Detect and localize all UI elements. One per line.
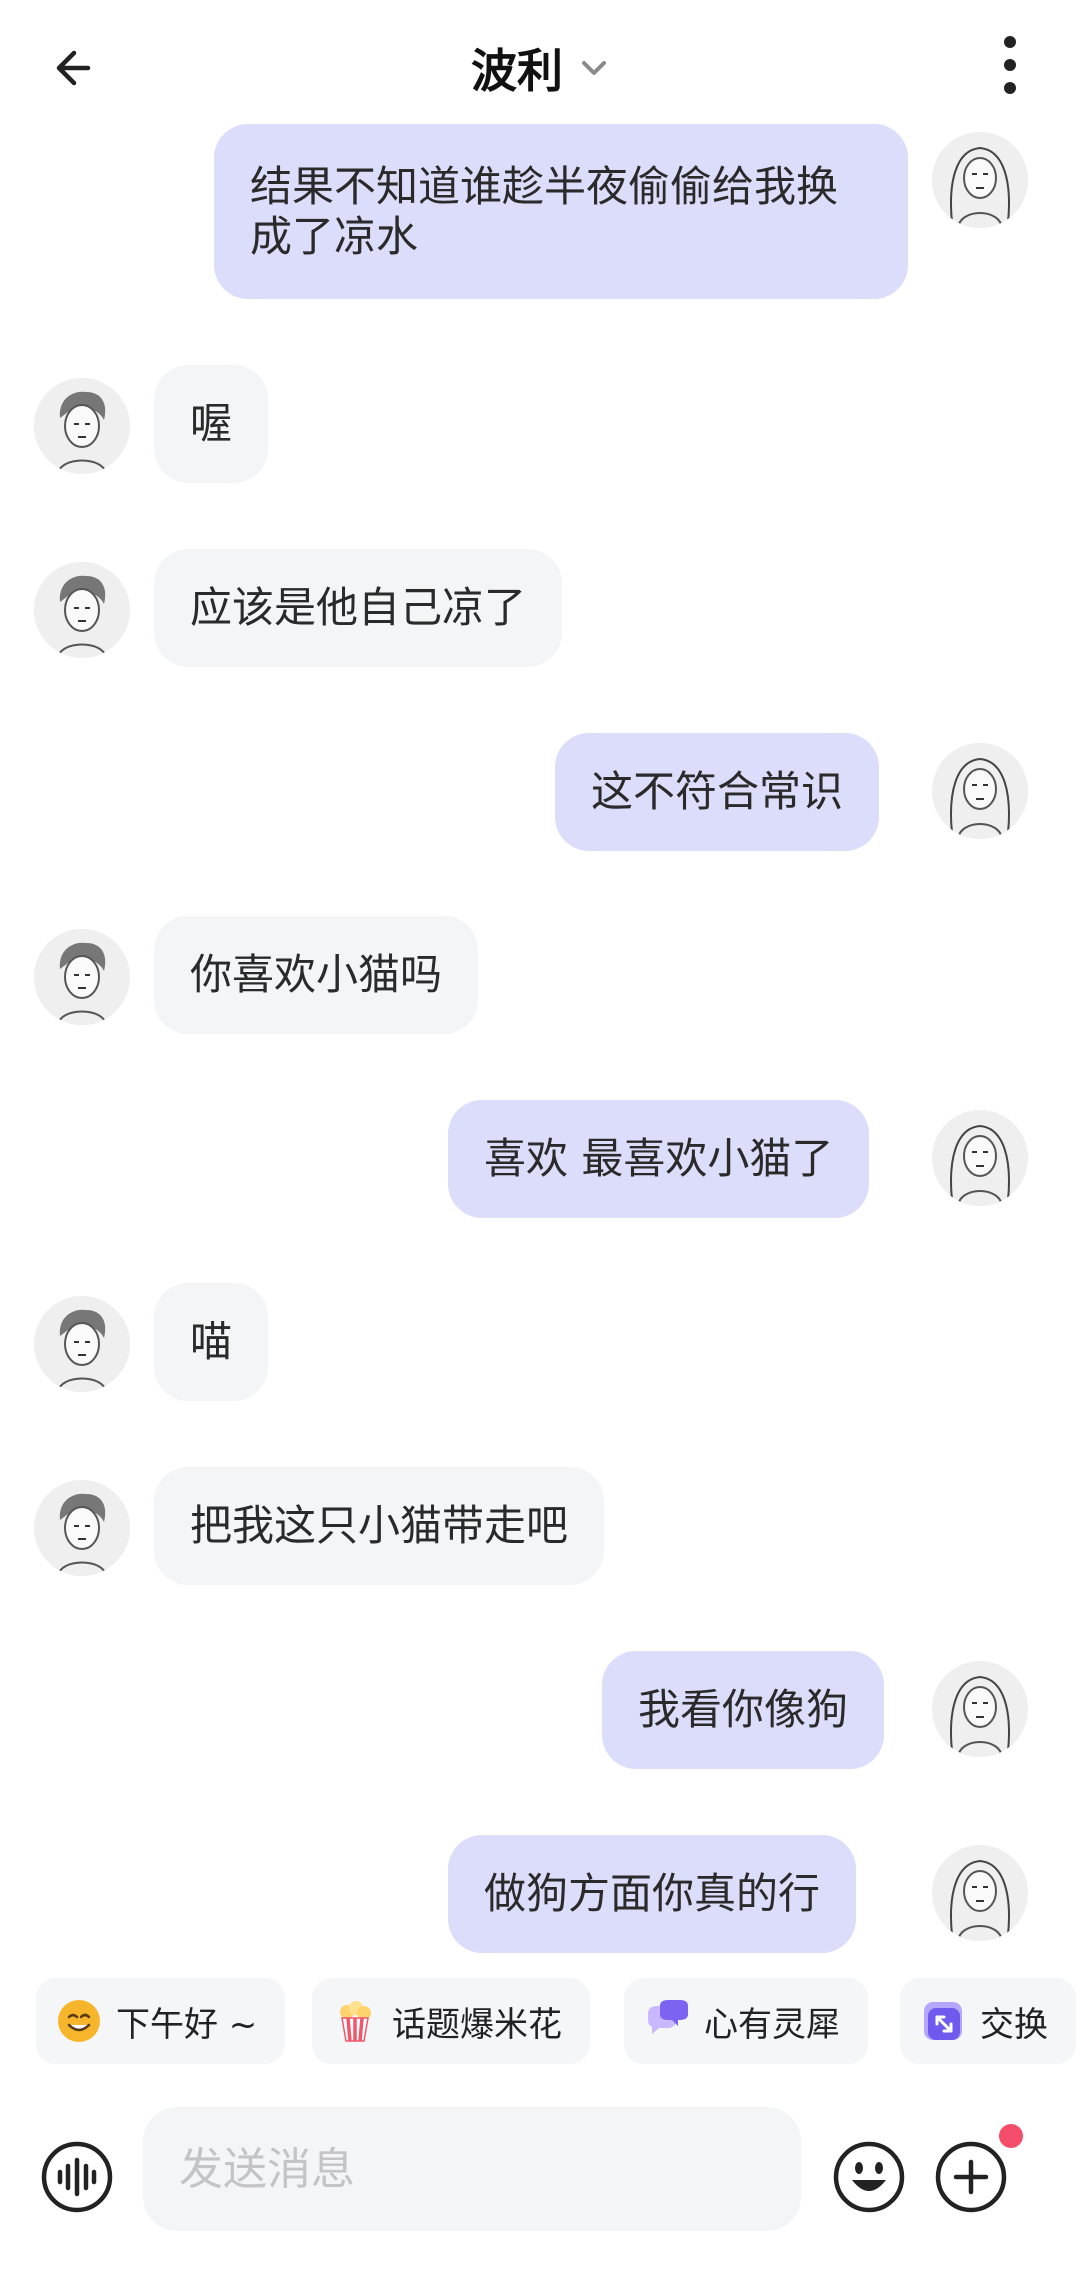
- message-text: 这不符合常识: [591, 767, 844, 816]
- message-text: 你喜欢小猫吗: [190, 950, 443, 999]
- outgoing-message[interactable]: 我看你像狗: [602, 1651, 885, 1769]
- more-options-icon[interactable]: [980, 30, 1040, 100]
- incoming-message[interactable]: 喵: [154, 1283, 269, 1401]
- my-avatar[interactable]: [932, 132, 1028, 228]
- outgoing-message[interactable]: 喜欢 最喜欢小猫了: [448, 1100, 870, 1218]
- quick-reply-chips: 下午好 ~ 话题爆米花 心有灵犀 交换: [0, 1978, 1080, 2074]
- incoming-message[interactable]: 你喜欢小猫吗: [154, 916, 479, 1034]
- outgoing-message[interactable]: 这不符合常识: [555, 733, 880, 851]
- contact-avatar[interactable]: [34, 378, 130, 474]
- message-text: 喔: [190, 399, 233, 448]
- boy-avatar-icon: [34, 1296, 130, 1392]
- chat-title[interactable]: 波利: [471, 35, 563, 101]
- incoming-message[interactable]: 喔: [154, 365, 269, 483]
- boy-avatar-icon: [34, 562, 130, 658]
- incoming-message[interactable]: 把我这只小猫带走吧: [154, 1467, 605, 1585]
- notification-dot: [999, 2124, 1023, 2148]
- title-area[interactable]: 波利: [0, 38, 1080, 98]
- girl-avatar-icon: [932, 1110, 1028, 1206]
- chip-good-afternoon[interactable]: 下午好 ~: [36, 1978, 286, 2064]
- outgoing-message[interactable]: 结果不知道谁趁半夜偷偷给我换成了凉水: [214, 124, 908, 299]
- my-avatar[interactable]: [932, 1110, 1028, 1206]
- voice-input-icon[interactable]: [40, 2140, 114, 2214]
- contact-avatar[interactable]: [34, 562, 130, 658]
- chat-header: 波利: [0, 0, 1080, 130]
- boy-avatar-icon: [34, 378, 130, 474]
- swap-icon: [924, 2002, 962, 2040]
- message-text: 喵: [190, 1317, 233, 1366]
- boy-avatar-icon: [34, 929, 130, 1025]
- girl-avatar-icon: [932, 1661, 1028, 1757]
- chip-label: 话题爆米花: [392, 2004, 562, 2045]
- incoming-message[interactable]: 应该是他自己凉了: [154, 549, 563, 667]
- chip-swap[interactable]: 交换: [900, 1978, 1076, 2064]
- chevron-down-icon[interactable]: [579, 53, 609, 83]
- chat-bubbles-icon: [648, 2000, 688, 2034]
- message-text: 把我这只小猫带走吧: [190, 1501, 569, 1550]
- smile-emoji-icon: [58, 2000, 100, 2042]
- outgoing-message[interactable]: 做狗方面你真的行: [448, 1835, 857, 1953]
- message-text: 应该是他自己凉了: [190, 583, 527, 632]
- girl-avatar-icon: [932, 1845, 1028, 1941]
- chip-topic-popcorn[interactable]: 话题爆米花: [312, 1978, 590, 2064]
- message-text: 喜欢 最喜欢小猫了: [484, 1134, 834, 1183]
- contact-avatar[interactable]: [34, 1480, 130, 1576]
- message-text: 做狗方面你真的行: [484, 1869, 821, 1918]
- chip-label: 心有灵犀: [704, 2004, 840, 2045]
- chip-label: 交换: [980, 2004, 1048, 2045]
- contact-avatar[interactable]: [34, 929, 130, 1025]
- plus-icon[interactable]: [934, 2140, 1008, 2214]
- popcorn-icon: [340, 2001, 371, 2042]
- message-text: 结果不知道谁趁半夜偷偷给我换成了凉水: [250, 161, 839, 261]
- emoji-icon[interactable]: [832, 2140, 906, 2214]
- message-input[interactable]: [143, 2107, 801, 2231]
- my-avatar[interactable]: [932, 1845, 1028, 1941]
- girl-avatar-icon: [932, 743, 1028, 839]
- message-text: 我看你像狗: [638, 1685, 849, 1734]
- boy-avatar-icon: [34, 1480, 130, 1576]
- chip-telepathy[interactable]: 心有灵犀: [624, 1978, 868, 2064]
- girl-avatar-icon: [932, 132, 1028, 228]
- contact-avatar[interactable]: [34, 1296, 130, 1392]
- my-avatar[interactable]: [932, 743, 1028, 839]
- my-avatar[interactable]: [932, 1661, 1028, 1757]
- chip-label: 下午好 ~: [116, 2004, 258, 2045]
